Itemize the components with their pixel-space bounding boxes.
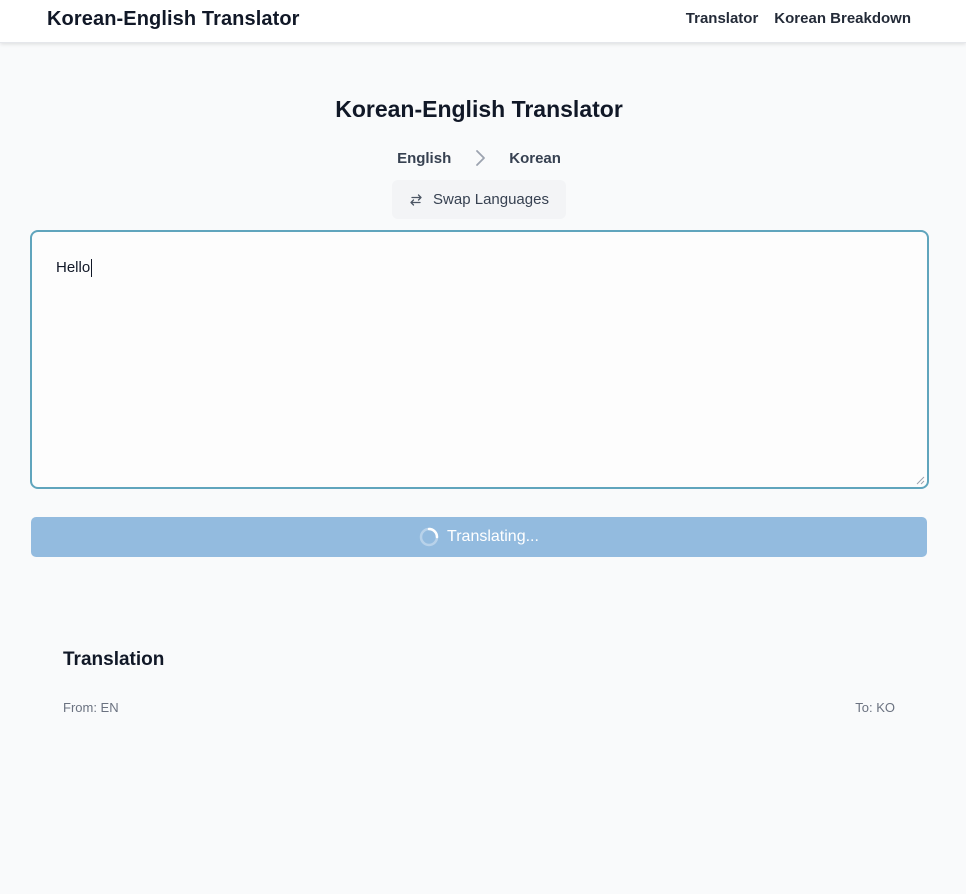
source-text-input[interactable]: Hello [30,230,929,489]
translate-button[interactable]: Translating... [31,517,927,557]
brand-title[interactable]: Korean-English Translator [47,8,300,31]
source-text-value: Hello [56,259,93,277]
spinner-icon [419,527,439,547]
source-language-label: English [397,149,452,167]
page-title: Korean-English Translator [335,96,623,122]
from-language-code: From: EN [63,700,119,715]
navbar: Korean-English Translator Translator Kor… [0,0,966,43]
nav-link-translator[interactable]: Translator [686,10,759,27]
swap-languages-button[interactable]: Swap Languages [392,180,566,219]
translate-button-label: Translating... [447,528,539,545]
to-language-code: To: KO [855,700,895,715]
swap-languages-label: Swap Languages [433,191,549,208]
swap-arrows-icon [410,193,422,206]
resize-handle-icon[interactable] [915,475,925,485]
chevron-right-icon [476,150,486,166]
nav-link-korean-breakdown[interactable]: Korean Breakdown [774,10,911,27]
translation-heading: Translation [63,649,165,670]
nav-links: Translator Korean Breakdown [686,10,911,27]
target-language-label: Korean [509,149,561,167]
language-direction: English Korean [0,149,958,167]
